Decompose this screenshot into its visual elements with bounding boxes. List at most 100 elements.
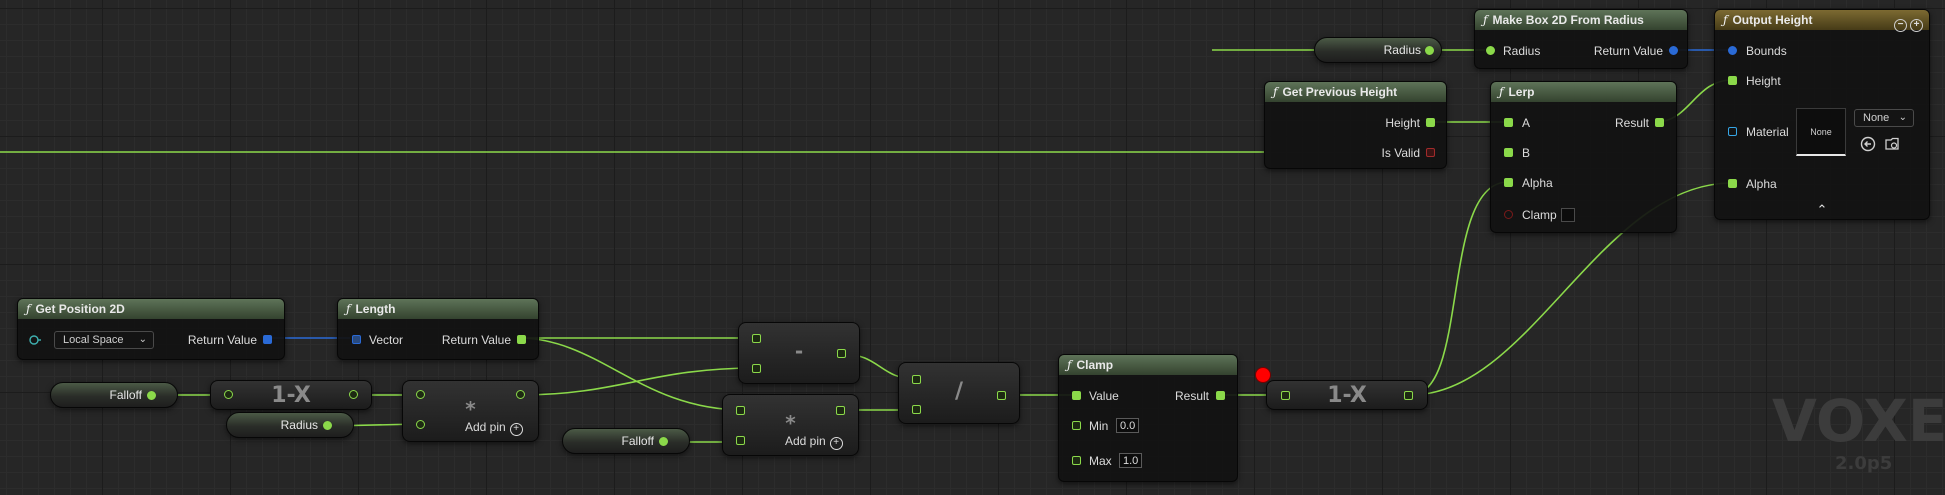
multiply-node[interactable]: * Add pin + <box>722 394 859 456</box>
function-icon: ƒ <box>1723 13 1728 27</box>
a-input-pin[interactable] <box>912 375 921 384</box>
result-output-pin[interactable] <box>1655 118 1664 127</box>
variable-label: Radius <box>1383 43 1421 57</box>
node-title: Clamp <box>1076 358 1114 372</box>
falloff-output-pin[interactable] <box>147 391 156 400</box>
output-pin[interactable] <box>837 349 846 358</box>
b-input-pin[interactable] <box>912 405 921 414</box>
a-input-pin[interactable] <box>416 390 425 399</box>
b-input-pin[interactable] <box>1504 148 1513 157</box>
node-header: ƒ Length <box>338 299 538 319</box>
add-pin-label: Add pin <box>465 420 506 434</box>
multiply-node[interactable]: * Add pin + <box>402 380 539 442</box>
max-input-pin[interactable] <box>1072 456 1081 465</box>
output-pin[interactable] <box>349 390 358 399</box>
chevron-up-icon[interactable]: ⌃ <box>1715 203 1929 217</box>
a-input-pin[interactable] <box>1504 118 1513 127</box>
output-pin[interactable] <box>997 391 1006 400</box>
alpha-input-pin[interactable] <box>1504 178 1513 187</box>
return-value-output-pin[interactable] <box>1669 46 1678 55</box>
radius-output-pin[interactable] <box>1425 46 1434 55</box>
pin-label: Min <box>1089 419 1109 433</box>
vector-input-pin[interactable] <box>352 335 361 344</box>
collapse-icon[interactable]: − <box>1894 19 1907 32</box>
lerp-node[interactable]: ƒ Lerp A Result B Alpha Clamp <box>1490 81 1677 233</box>
radius-variable-node[interactable]: Radius <box>226 412 354 438</box>
radius-input-pin[interactable] <box>1486 46 1495 55</box>
material-dropdown[interactable]: None ⌄ <box>1854 109 1914 127</box>
pin-label: A <box>1522 116 1531 130</box>
exec-pin-icon[interactable] <box>28 334 42 346</box>
return-value-output-pin[interactable] <box>263 335 272 344</box>
height-input-pin[interactable] <box>1728 76 1737 85</box>
browse-folder-icon[interactable] <box>1883 135 1901 153</box>
length-node[interactable]: ƒ Length Vector Return Value <box>337 298 539 360</box>
height-output-pin[interactable] <box>1426 118 1435 127</box>
pin-label: Max <box>1089 454 1112 468</box>
vector-row: Vector Return Value <box>338 331 540 349</box>
get-position-2d-node[interactable]: ƒ Get Position 2D Local Space ⌄ Return Val… <box>17 298 285 360</box>
falloff-variable-node[interactable]: Falloff <box>562 428 690 454</box>
clamp-node[interactable]: ƒ Clamp Value Result Min 0.0 Max 1.0 <box>1058 354 1238 482</box>
one-minus-x-node[interactable]: 1-X <box>210 380 372 410</box>
add-pin-button[interactable]: Add pin + <box>785 434 843 450</box>
node-title: Make Box 2D From Radius <box>1492 13 1644 27</box>
height-input-row: Height <box>1715 72 1931 90</box>
alpha-input-pin[interactable] <box>1728 179 1737 188</box>
function-icon: ƒ <box>1067 358 1072 372</box>
value-input-pin[interactable] <box>1072 391 1081 400</box>
a-input-pin[interactable] <box>736 406 745 415</box>
output-pin[interactable] <box>836 406 845 415</box>
result-output-pin[interactable] <box>1216 391 1225 400</box>
node-title: Get Position 2D <box>35 302 125 316</box>
radius-output-pin[interactable] <box>323 421 332 430</box>
material-input-pin[interactable] <box>1728 127 1737 136</box>
pin-label: Alpha <box>1746 177 1777 191</box>
node-title: * <box>465 397 476 421</box>
b-input-pin[interactable] <box>416 420 425 429</box>
is-valid-output-row: Is Valid <box>1265 144 1448 162</box>
radius-variable-node[interactable]: Radius <box>1314 37 1442 63</box>
add-icon: + <box>509 423 523 436</box>
output-pin[interactable] <box>1404 391 1413 400</box>
input-pin[interactable] <box>1281 391 1290 400</box>
add-icon[interactable]: + <box>1910 19 1923 32</box>
value-input-row: Value Result <box>1059 387 1239 405</box>
divide-node[interactable]: / <box>898 362 1020 424</box>
bounds-input-pin[interactable] <box>1728 46 1737 55</box>
pin-label: Value <box>1089 389 1119 403</box>
min-value-field[interactable]: 0.0 <box>1116 418 1140 433</box>
a-input-pin[interactable] <box>752 334 761 343</box>
node-header: ƒ Lerp <box>1491 82 1676 102</box>
node-title: Output Height <box>1732 13 1813 27</box>
clamp-input-pin[interactable] <box>1504 210 1513 219</box>
graph-canvas[interactable]: Radius ƒ Make Box 2D From Radius Radius R… <box>0 0 1945 495</box>
b-input-pin[interactable] <box>752 364 761 373</box>
pin-label: Result <box>1174 389 1209 403</box>
one-minus-x-node[interactable]: 1-X <box>1266 380 1428 410</box>
is-valid-output-pin[interactable] <box>1426 148 1435 157</box>
b-input-pin[interactable] <box>736 436 745 445</box>
node-header: ƒ Get Position 2D <box>18 299 284 319</box>
falloff-variable-node[interactable]: Falloff <box>50 382 178 408</box>
b-input-row: B <box>1491 144 1678 162</box>
return-value-output-pin[interactable] <box>517 335 526 344</box>
clamp-checkbox[interactable] <box>1561 208 1575 222</box>
add-pin-button[interactable]: Add pin + <box>465 420 523 436</box>
output-height-node[interactable]: ƒ Output Height − + Bounds Height Material… <box>1714 9 1930 220</box>
falloff-output-pin[interactable] <box>659 437 668 446</box>
space-dropdown[interactable]: Local Space ⌄ <box>54 331 154 349</box>
get-previous-height-node[interactable]: ƒ Get Previous Height Height Is Valid <box>1264 81 1447 169</box>
output-pin[interactable] <box>516 390 525 399</box>
node-title: Get Previous Height <box>1282 85 1398 99</box>
max-value-field[interactable]: 1.0 <box>1119 453 1143 468</box>
breakpoint-icon[interactable] <box>1255 367 1271 383</box>
material-thumbnail[interactable]: None <box>1796 108 1846 156</box>
function-icon: ƒ <box>26 302 31 316</box>
node-title: 1-X <box>271 383 311 408</box>
make-box-2d-node[interactable]: ƒ Make Box 2D From Radius Radius Return V… <box>1474 9 1688 69</box>
subtract-node[interactable]: - <box>738 322 860 384</box>
min-input-pin[interactable] <box>1072 421 1081 430</box>
browse-back-icon[interactable] <box>1859 135 1877 153</box>
input-pin[interactable] <box>224 390 233 399</box>
